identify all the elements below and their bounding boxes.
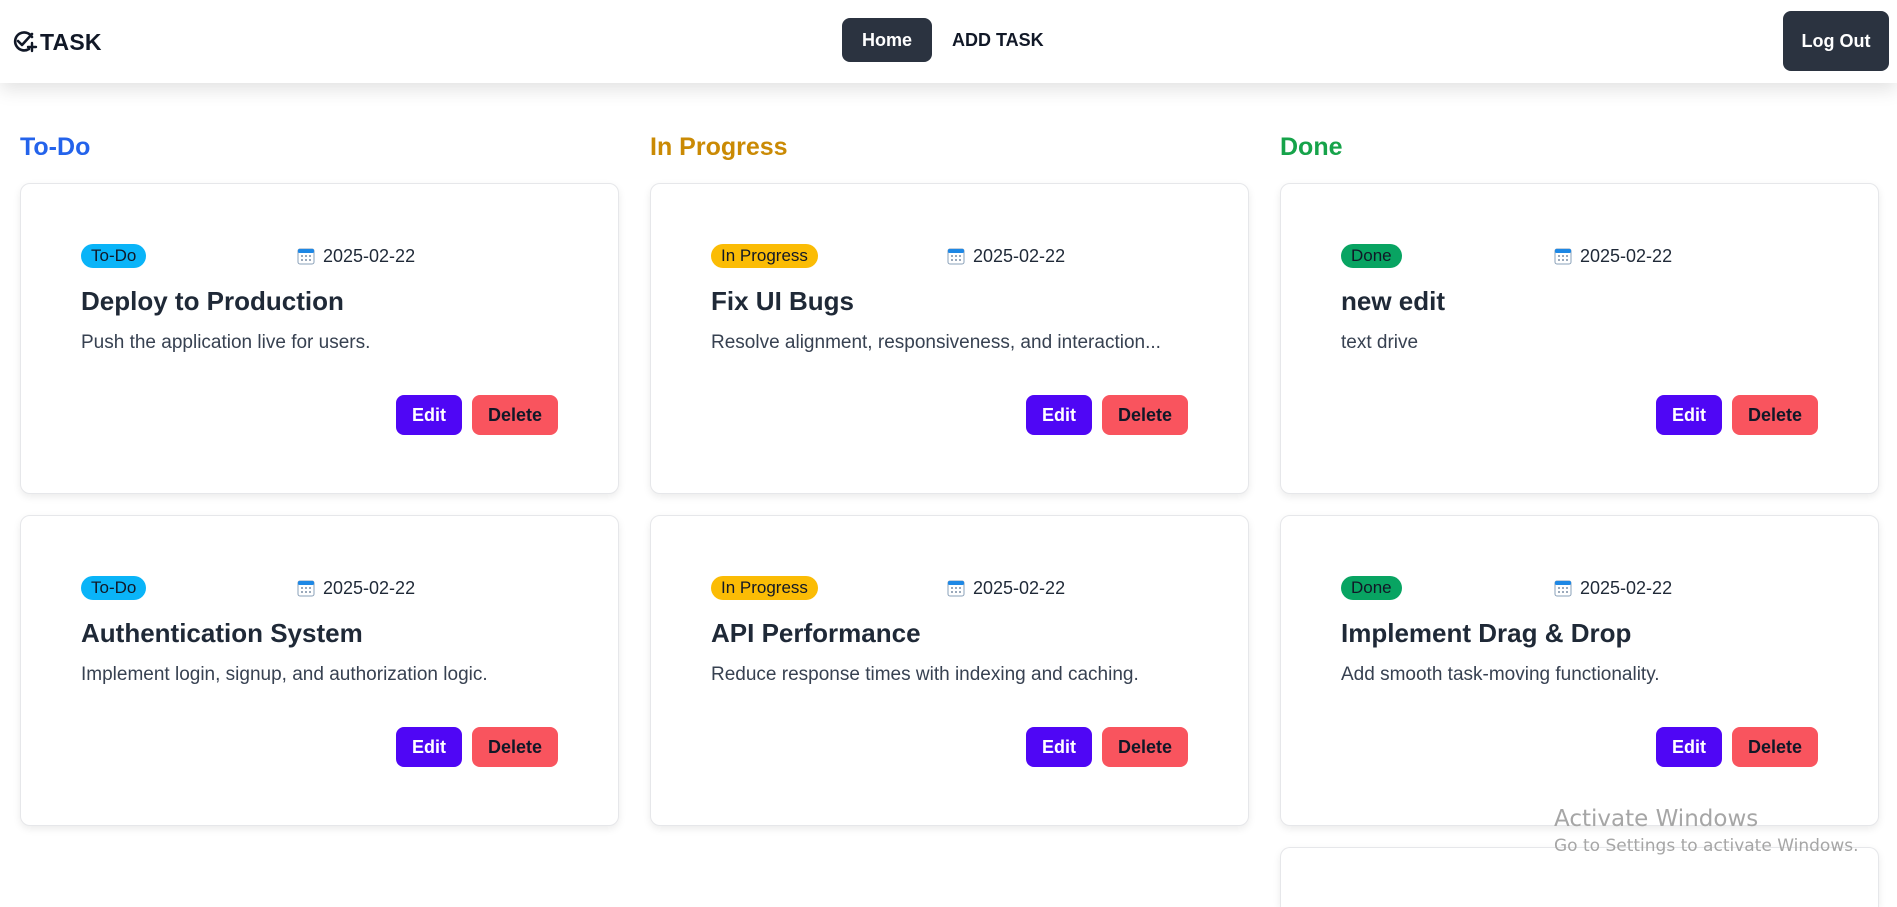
task-description: Reduce response times with indexing and … (711, 664, 1139, 685)
task-card[interactable]: To-Do 2025-02-22 Deploy to Production Pu… (20, 183, 619, 494)
edit-button[interactable]: Edit (395, 727, 462, 767)
due-date: 2025-02-22 (1554, 244, 1672, 268)
task-card[interactable]: Done 2025-02-22 new edit text drive Edit… (1280, 183, 1879, 494)
column-done: Done Done 2025-02-22 new edit text drive… (1280, 130, 1879, 907)
column-todo: To-Do To-Do 2025-02-22 Deploy to Product… (20, 130, 619, 826)
due-date-text: 2025-02-22 (323, 245, 416, 266)
task-card[interactable]: Done 2025-02-22 Implement Drag & Drop Ad… (1280, 515, 1879, 826)
status-badge: To-Do (81, 244, 147, 268)
add-task-link[interactable]: ADD TASK (940, 18, 1056, 62)
status-badge: In Progress (711, 244, 818, 268)
edit-button[interactable]: Edit (1655, 395, 1722, 435)
delete-button[interactable]: Delete (471, 395, 558, 435)
logo-text: TASK (40, 28, 102, 55)
column-in-progress: In Progress In Progress 2025-02-22 Fix U… (650, 130, 1249, 826)
due-date: 2025-02-22 (947, 244, 1065, 268)
edit-button[interactable]: Edit (1655, 727, 1722, 767)
column-title: To-Do (20, 133, 91, 161)
task-card[interactable]: In Progress 2025-02-22 API Performance R… (650, 515, 1249, 826)
watermark-title: Activate Windows (1554, 806, 1759, 832)
due-date: 2025-02-22 (297, 576, 415, 600)
due-date: 2025-02-22 (947, 576, 1065, 600)
task-card[interactable]: In Progress 2025-02-22 Fix UI Bugs Resol… (650, 183, 1249, 494)
due-date: 2025-02-22 (297, 244, 415, 268)
delete-button[interactable]: Delete (1101, 395, 1188, 435)
card-actions: Edit Delete (395, 395, 558, 435)
due-date: 2025-02-22 (1554, 576, 1672, 600)
task-title: API Performance (711, 618, 921, 648)
activate-windows-watermark: Activate Windows Go to Settings to activ… (1554, 804, 1859, 858)
task-description: Add smooth task-moving functionality. (1341, 664, 1660, 685)
task-check-icon (13, 31, 38, 53)
status-badge: Done (1341, 244, 1402, 268)
watermark-subtitle: Go to Settings to activate Windows. (1554, 836, 1859, 856)
calendar-icon (947, 580, 965, 597)
due-date-text: 2025-02-22 (973, 577, 1066, 598)
delete-button[interactable]: Delete (471, 727, 558, 767)
calendar-icon (947, 248, 965, 265)
delete-button[interactable]: Delete (1731, 395, 1818, 435)
column-title: In Progress (650, 133, 788, 161)
edit-button[interactable]: Edit (1025, 727, 1092, 767)
task-title: Authentication System (81, 618, 363, 648)
card-actions: Edit Delete (1025, 395, 1188, 435)
task-description: text drive (1341, 332, 1419, 353)
due-date-text: 2025-02-22 (1580, 577, 1673, 598)
task-description: Implement login, signup, and authorizati… (81, 664, 488, 685)
card-actions: Edit Delete (1025, 727, 1188, 767)
status-badge: To-Do (81, 576, 147, 600)
edit-button[interactable]: Edit (1025, 395, 1092, 435)
delete-button[interactable]: Delete (1101, 727, 1188, 767)
task-title: Implement Drag & Drop (1341, 618, 1632, 648)
due-date-text: 2025-02-22 (323, 577, 416, 598)
task-title: new edit (1341, 286, 1446, 316)
delete-button[interactable]: Delete (1731, 727, 1818, 767)
card-actions: Edit Delete (395, 727, 558, 767)
due-date-text: 2025-02-22 (973, 245, 1066, 266)
logout-button[interactable]: Log Out (1783, 11, 1889, 71)
navbar: TASK Home ADD TASK Log Out (0, 0, 1897, 83)
column-title: Done (1280, 133, 1343, 161)
task-description: Resolve alignment, responsiveness, and i… (711, 332, 1161, 353)
card-actions: Edit Delete (1655, 395, 1818, 435)
task-title: Deploy to Production (81, 286, 344, 316)
calendar-icon (297, 248, 315, 265)
status-badge: Done (1341, 576, 1402, 600)
calendar-icon (1554, 580, 1572, 597)
logo[interactable]: TASK (12, 26, 102, 58)
status-badge: In Progress (711, 576, 818, 600)
calendar-icon (1554, 248, 1572, 265)
nav-links: Home ADD TASK (842, 18, 1056, 62)
task-description: Push the application live for users. (81, 332, 371, 353)
edit-button[interactable]: Edit (395, 395, 462, 435)
home-button[interactable]: Home (842, 18, 933, 62)
calendar-icon (297, 580, 315, 597)
task-title: Fix UI Bugs (711, 286, 855, 316)
card-actions: Edit Delete (1655, 727, 1818, 767)
due-date-text: 2025-02-22 (1580, 245, 1673, 266)
task-card[interactable]: To-Do 2025-02-22 Authentication System I… (20, 515, 619, 826)
